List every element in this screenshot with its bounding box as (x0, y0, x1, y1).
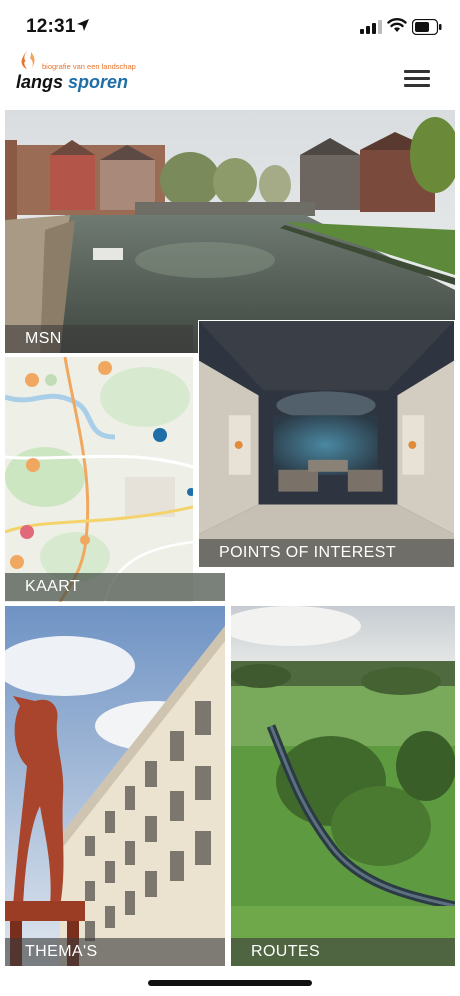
logo-word-langs: langs (16, 72, 64, 92)
hamburger-menu-icon[interactable] (404, 70, 430, 92)
museum-interior-photo (199, 321, 454, 567)
logo-wordmark: langs sporen (16, 72, 128, 93)
tile-label-kaart[interactable]: KAART (5, 573, 225, 601)
flame-logo-icon (21, 49, 35, 69)
logo-word-sporen: sporen (68, 72, 129, 92)
app-logo[interactable]: biografie van een landschap langs sporen (16, 46, 156, 94)
tile-routes[interactable]: ROUTES (231, 606, 455, 966)
tile-label-themas: THEMA'S (5, 938, 225, 966)
cellular-signal-icon (360, 20, 382, 34)
battery-icon (412, 19, 442, 35)
tile-points-of-interest[interactable]: POINTS OF INTEREST (198, 320, 455, 568)
wifi-icon (387, 18, 407, 32)
tile-themas[interactable]: THEMA'S (5, 606, 225, 966)
location-arrow-icon (77, 19, 89, 31)
tile-label-points-of-interest: POINTS OF INTEREST (199, 539, 454, 567)
tile-label-msn: MSN (5, 325, 193, 353)
landscape-river-photo (231, 606, 455, 966)
status-bar: 12:31 (0, 0, 460, 48)
status-time: 12:31 (26, 16, 76, 37)
msn-canal-photo (5, 110, 455, 353)
logo-tagline: biografie van een landschap (42, 62, 136, 71)
home-indicator[interactable] (148, 980, 312, 986)
tile-label-routes: ROUTES (231, 938, 455, 966)
map-preview (5, 357, 193, 602)
statue-building-photo (5, 606, 225, 966)
tile-kaart[interactable] (5, 357, 193, 602)
tile-msn[interactable]: MSN (5, 110, 455, 353)
